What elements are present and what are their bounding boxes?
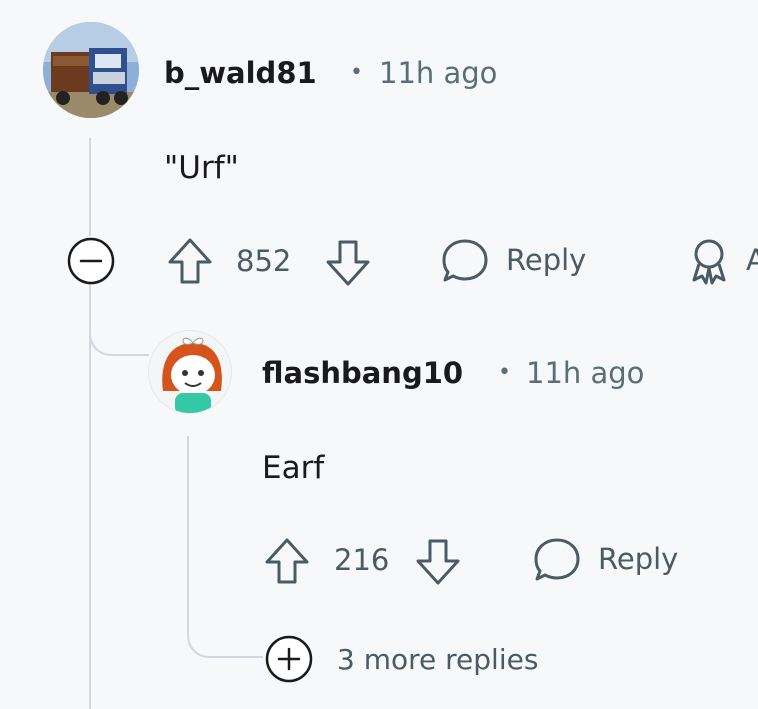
thread-connector-reply bbox=[89, 284, 149, 356]
reply-speech-bubble-icon bbox=[534, 538, 580, 581]
comment-vote-count: 852 bbox=[236, 244, 292, 278]
upvote-icon[interactable] bbox=[166, 236, 214, 286]
reply-reply-button[interactable]: Reply bbox=[532, 535, 702, 587]
reply-timestamp[interactable]: 11h ago bbox=[526, 356, 644, 390]
reply-meta-separator: • bbox=[498, 360, 511, 385]
avatar[interactable] bbox=[43, 22, 139, 118]
thread-line-main bbox=[89, 138, 91, 236]
thread-connector-more bbox=[187, 590, 263, 658]
downvote-icon[interactable] bbox=[324, 238, 372, 288]
reply-label: Reply bbox=[506, 243, 587, 277]
comment-username[interactable]: b_wald81 bbox=[164, 56, 317, 90]
award-label-partial: A bbox=[746, 243, 758, 277]
reply-username[interactable]: flashbang10 bbox=[262, 356, 463, 390]
thread-line-main-lower bbox=[89, 284, 91, 709]
more-replies-button[interactable]: 3 more replies bbox=[264, 634, 584, 684]
reply-avatar[interactable] bbox=[148, 330, 232, 414]
meta-separator: • bbox=[350, 60, 363, 85]
comment-timestamp[interactable]: 11h ago bbox=[379, 56, 497, 90]
more-replies-label: 3 more replies bbox=[337, 643, 539, 676]
reply-vote-count: 216 bbox=[334, 543, 390, 577]
snoo-avatar-image bbox=[149, 331, 231, 413]
comment-reply-button[interactable]: Reply bbox=[440, 236, 610, 288]
speech-bubble-icon bbox=[442, 239, 488, 282]
reply-downvote-icon[interactable] bbox=[414, 537, 462, 587]
expand-plus-icon bbox=[265, 635, 313, 683]
reply-body: Earf bbox=[262, 450, 325, 486]
truck-avatar-image bbox=[43, 22, 139, 118]
reply-upvote-icon[interactable] bbox=[263, 536, 311, 586]
reply-reply-label: Reply bbox=[598, 542, 679, 576]
thread-line-reply bbox=[187, 436, 189, 596]
comment-body: "Urf" bbox=[164, 150, 239, 186]
award-icon bbox=[692, 239, 726, 285]
collapse-thread-icon[interactable] bbox=[66, 236, 116, 286]
award-button[interactable]: A bbox=[686, 236, 758, 288]
